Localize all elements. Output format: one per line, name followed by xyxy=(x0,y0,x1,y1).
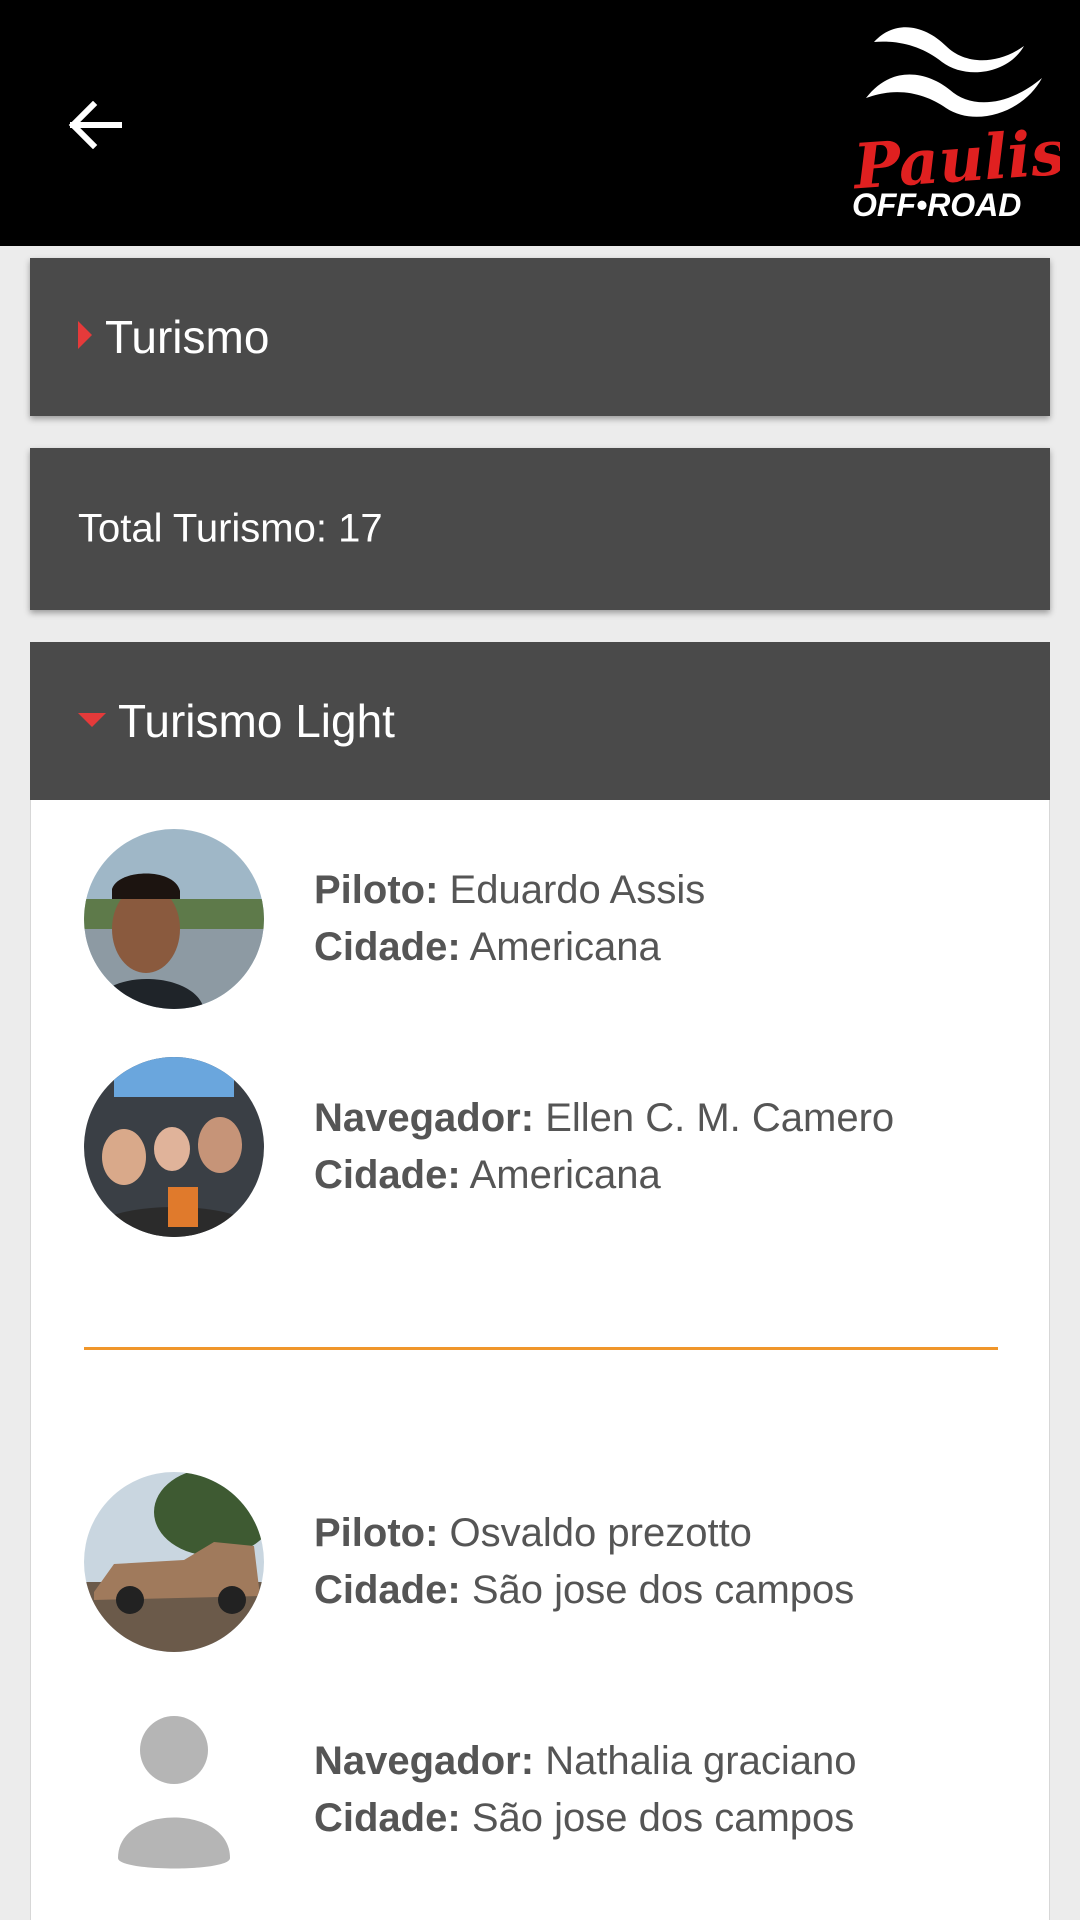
role-label: Navegador: xyxy=(314,1739,535,1783)
caret-down-icon xyxy=(78,713,106,727)
city-line: Cidade: São jose dos campos xyxy=(314,1562,854,1619)
navigator-name: Nathalia graciano xyxy=(545,1739,857,1783)
city-value: São jose dos campos xyxy=(471,1568,855,1612)
navigator-name-line: Navegador: Nathalia graciano xyxy=(314,1733,857,1790)
total-turismo-card: Total Turismo: 17 xyxy=(30,448,1050,610)
avatar xyxy=(84,1472,264,1652)
svg-text:OFF•ROAD: OFF•ROAD xyxy=(852,187,1021,222)
team-member-pilot: Piloto: Osvaldo prezotto Cidade: São jos… xyxy=(31,1472,1049,1652)
app-bar: Paulista OFF•ROAD xyxy=(0,0,1080,246)
team-member-pilot: Piloto: Eduardo Assis Cidade: Americana xyxy=(31,829,1049,1009)
paulista-offroad-logo: Paulista OFF•ROAD xyxy=(846,16,1080,223)
pilot-name-line: Piloto: Osvaldo prezotto xyxy=(314,1505,854,1562)
category-turismo-light[interactable]: Turismo Light xyxy=(30,642,1050,800)
city-value: São jose dos campos xyxy=(471,1796,855,1840)
avatar xyxy=(84,829,264,1009)
city-line: Cidade: Americana xyxy=(314,919,705,976)
back-button[interactable] xyxy=(62,92,128,158)
caret-right-icon xyxy=(78,321,92,349)
city-label: Cidade: xyxy=(314,925,461,969)
city-label: Cidade: xyxy=(314,1153,461,1197)
category-turismo[interactable]: Turismo xyxy=(30,258,1050,416)
role-label: Navegador: xyxy=(314,1096,535,1140)
navigator-name-line: Navegador: Ellen C. M. Camero xyxy=(314,1090,894,1147)
pilot-name: Eduardo Assis xyxy=(449,868,706,912)
pilot-name: Osvaldo prezotto xyxy=(449,1511,752,1555)
avatar xyxy=(84,1057,264,1237)
team-divider xyxy=(84,1347,998,1350)
category-content: Piloto: Eduardo Assis Cidade: Americana … xyxy=(30,800,1050,1920)
total-turismo-text: Total Turismo: 17 xyxy=(78,506,383,551)
city-value: Americana xyxy=(469,925,661,969)
city-label: Cidade: xyxy=(314,1796,461,1840)
team-member-navigator: Navegador: Ellen C. M. Camero Cidade: Am… xyxy=(31,1057,1049,1237)
navigator-name: Ellen C. M. Camero xyxy=(545,1096,895,1140)
arrow-left-icon xyxy=(68,101,122,149)
avatar xyxy=(84,1700,264,1880)
city-label: Cidade: xyxy=(314,1568,461,1612)
pilot-name-line: Piloto: Eduardo Assis xyxy=(314,862,705,919)
team-member-navigator: Navegador: Nathalia graciano Cidade: São… xyxy=(31,1700,1049,1880)
role-label: Piloto: xyxy=(314,868,439,912)
city-value: Americana xyxy=(469,1153,661,1197)
city-line: Cidade: Americana xyxy=(314,1147,894,1204)
category-title: Turismo Light xyxy=(118,695,395,747)
person-placeholder-icon xyxy=(118,1716,230,1869)
city-line: Cidade: São jose dos campos xyxy=(314,1790,857,1847)
category-title: Turismo xyxy=(105,311,270,363)
role-label: Piloto: xyxy=(314,1511,439,1555)
